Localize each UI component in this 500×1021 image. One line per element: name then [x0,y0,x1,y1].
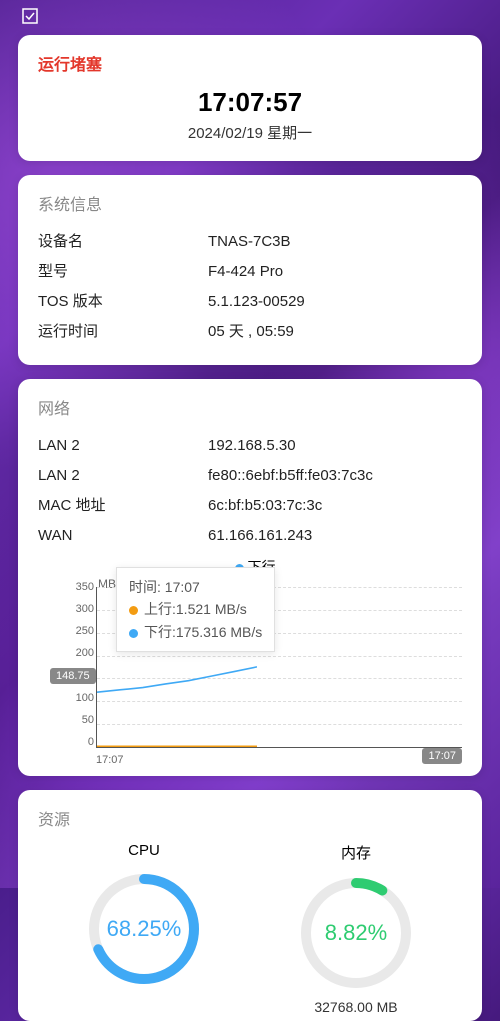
window-control-icon[interactable] [22,8,482,29]
info-row: LAN 2192.168.5.30 [38,431,462,461]
resources-card: 资源 CPU 68.25% 内存 [18,790,482,1021]
info-value: 5.1.123-00529 [208,287,462,317]
info-value: TNAS-7C3B [208,227,462,257]
info-key: 型号 [38,257,208,287]
info-row: 运行时间05 天 , 05:59 [38,317,462,347]
tooltip-time-value: 17:07 [165,579,200,595]
clock-date: 2024/02/19 星期一 [38,122,462,143]
clock-time: 17:07:57 [38,87,462,118]
info-value: F4-424 Pro [208,257,462,287]
info-key: TOS 版本 [38,287,208,317]
info-key: WAN [38,521,208,551]
info-key: 设备名 [38,227,208,257]
chart-y-highlight-badge: 148.75 [50,668,96,684]
status-title: 运行堵塞 [38,51,462,75]
mem-percent: 8.82% [296,873,416,993]
mem-total: 32768.00 MB [254,999,458,1015]
sysinfo-card: 系统信息 设备名TNAS-7C3B型号F4-424 ProTOS 版本5.1.1… [18,175,482,365]
info-row: 型号F4-424 Pro [38,257,462,287]
cpu-percent: 68.25% [84,869,204,989]
info-value: 192.168.5.30 [208,431,462,461]
sysinfo-title: 系统信息 [38,191,462,215]
info-value: fe80::6ebf:b5ff:fe03:7c3c [208,461,462,491]
mem-item: 内存 8.82% 32768.00 MB [254,842,458,1015]
chart-y-axis: 350300250200150100500 [38,581,94,748]
tooltip-down-value: 175.316 MB/s [176,624,262,640]
info-value: 05 天 , 05:59 [208,317,462,347]
tooltip-up-dot-icon [129,606,138,615]
chart-tooltip: 时间: 17:07 上行:1.521 MB/s 下行:175.316 MB/s [116,567,275,652]
network-title: 网络 [38,395,462,419]
chart-x-highlight-badge: 17:07 [422,748,462,764]
cpu-donut[interactable]: 68.25% [84,869,204,989]
info-key: LAN 2 [38,431,208,461]
cpu-item: CPU 68.25% [42,842,246,1015]
mem-title: 内存 [254,842,458,863]
chart-x-start-label: 17:07 [96,754,124,766]
network-card: 网络 LAN 2192.168.5.30LAN 2fe80::6ebf:b5ff… [18,379,482,776]
info-key: 运行时间 [38,317,208,347]
cpu-title: CPU [42,842,246,859]
tooltip-up-value: 1.521 MB/s [176,601,247,617]
info-value: 6c:bf:b5:03:7c:3c [208,491,462,521]
network-chart[interactable]: 下行 MB/s 350300250200150100500 时间: 17:07 [38,557,462,766]
info-row: 设备名TNAS-7C3B [38,227,462,257]
info-row: LAN 2fe80::6ebf:b5ff:fe03:7c3c [38,461,462,491]
info-row: MAC 地址6c:bf:b5:03:7c:3c [38,491,462,521]
tooltip-down-dot-icon [129,629,138,638]
tooltip-up-label: 上行: [144,601,176,617]
tooltip-time-label: 时间: [129,579,161,595]
status-card: 运行堵塞 17:07:57 2024/02/19 星期一 [18,35,482,161]
info-row: WAN61.166.161.243 [38,521,462,551]
info-row: TOS 版本5.1.123-00529 [38,287,462,317]
mem-donut[interactable]: 8.82% [296,873,416,993]
info-key: LAN 2 [38,461,208,491]
info-key: MAC 地址 [38,491,208,521]
tooltip-down-label: 下行: [144,624,176,640]
resources-title: 资源 [38,806,462,830]
info-value: 61.166.161.243 [208,521,462,551]
